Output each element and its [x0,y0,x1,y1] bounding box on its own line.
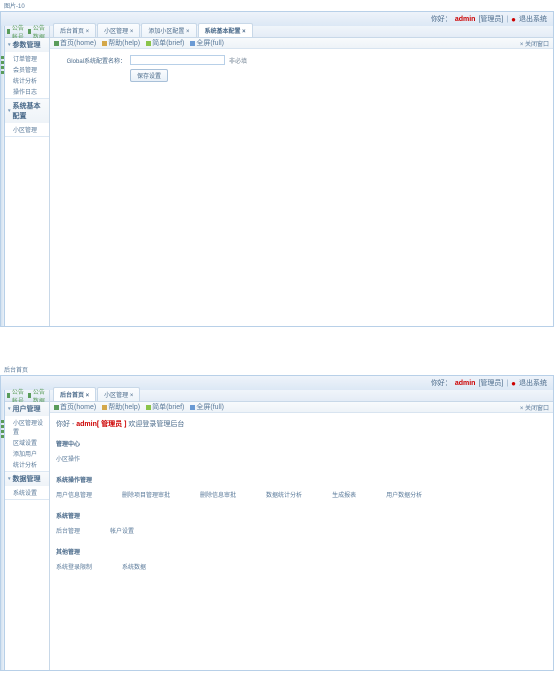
chevron-down-icon: ▾ [8,42,11,48]
form-label-name: Global系统配置名称： [56,56,126,65]
side-item-stats2[interactable]: 统计分析 [5,459,49,470]
welcome-text: 你好 - admin[ 管理员 ] 欢迎登录管理后台 [56,419,547,429]
fullscreen-icon [190,405,195,410]
admin-name: admin [455,380,476,387]
form-hint: 非必填 [229,56,247,65]
link-loginlimit[interactable]: 系统登录限制 [56,562,92,571]
caption-top: 图片-10 [0,0,554,11]
help-icon [102,41,107,46]
config-name-input[interactable] [130,55,225,65]
side-item-orders[interactable]: 订单管理 [5,53,49,64]
sidebar-2: 公告帐号 公告数据 ▾ 用户管理 小区管理设置 区域设置 添加用户 统计分析 ▾ [5,390,50,670]
sidebar-icon [28,29,31,34]
side-group-data[interactable]: ▾ 数据管理 [5,472,49,486]
toolbar-2: 首页(home) 帮助(help) 简单(brief) 全屏(full) × 关… [50,402,553,413]
admin-name: admin [455,16,476,23]
sidebar-icon [7,393,10,398]
link-backend[interactable]: 后台管理 [56,526,80,535]
tool-help[interactable]: 帮助(help) [102,38,140,48]
link-community-op[interactable]: 小区操作 [56,454,80,463]
tool-home-2[interactable]: 首页(home) [54,402,96,412]
side-item-community-set[interactable]: 小区管理设置 [5,417,49,437]
role-label: [管理员] [478,378,503,388]
role-label: [管理员] [478,14,503,24]
panel-title-center: 管理中心 [56,439,547,448]
sidebar-header-2: 公告帐号 公告数据 [5,390,49,402]
logout-link[interactable]: 退出系统 [519,14,547,24]
tab-community[interactable]: 小区管理 × [97,23,140,37]
sidebar-icon [7,29,10,34]
link-userdata[interactable]: 用户数据分析 [386,490,422,499]
main-area-2: 后台首页 × 小区管理 × 首页(home) 帮助(help) 简单(brief… [50,390,553,670]
side-group-params[interactable]: ▾ 参数管理 [5,38,49,52]
panel-title-sysop: 系统操作管理 [56,475,547,484]
tool-home[interactable]: 首页(home) [54,38,96,48]
screenshot-2: 你好： admin [管理员] | ● 退出系统 公告帐号 公告数据 ▾ 用户管… [0,375,554,671]
tool-full-2[interactable]: 全屏(full) [190,402,224,412]
side-item-logs[interactable]: 操作日志 [5,86,49,97]
tab-home[interactable]: 后台首页 × [53,23,96,37]
content-area: Global系统配置名称： 非必填 保存设置 [50,49,553,326]
save-button[interactable]: 保存设置 [130,69,168,82]
main-area: 后台首页 × 小区管理 × 添加小区配置 × 系统基本配置 × 首页(home)… [50,26,553,326]
tab-bar: 后台首页 × 小区管理 × 添加小区配置 × 系统基本配置 × [50,26,553,38]
tab-bar-2: 后台首页 × 小区管理 × [50,390,553,402]
side-item-area[interactable]: 区域设置 [5,437,49,448]
home-icon [54,41,59,46]
tool-brief[interactable]: 简单(brief) [146,38,184,48]
tab-home-2[interactable]: 后台首页 × [53,387,96,401]
tab-sysconfig[interactable]: 系统基本配置 × [198,23,253,37]
side-group-sysconfig[interactable]: ▾ 系统基本配置 [5,99,49,123]
link-report[interactable]: 生成报表 [332,490,356,499]
side-item-adduser[interactable]: 添加用户 [5,448,49,459]
side-group-user[interactable]: ▾ 用户管理 [5,402,49,416]
tab-add-community[interactable]: 添加小区配置 × [141,23,196,37]
side-item-members[interactable]: 会员管理 [5,64,49,75]
toolbar: 首页(home) 帮助(help) 简单(brief) 全屏(full) × 关… [50,38,553,49]
screenshot-1: 你好： admin [管理员] | ● 退出系统 公告帐号 公告数据 ▾ 参数管… [0,11,554,327]
link-delinfo[interactable]: 删除信息审批 [200,490,236,499]
caption-mid: 后台首页 [0,364,554,375]
tab-community-2[interactable]: 小区管理 × [97,387,140,401]
close-window[interactable]: × 关闭窗口 [520,39,549,48]
chevron-down-icon: ▾ [8,476,11,482]
tool-brief-2[interactable]: 简单(brief) [146,402,184,412]
home-icon [54,405,59,410]
close-window-2[interactable]: × 关闭窗口 [520,403,549,412]
sidebar: 公告帐号 公告数据 ▾ 参数管理 订单管理 会员管理 统计分析 操作日志 ▾ [5,26,50,326]
brief-icon [146,405,151,410]
link-userinfo[interactable]: 用户信息管理 [56,490,92,499]
sidebar-icon [28,393,31,398]
tool-full[interactable]: 全屏(full) [190,38,224,48]
hello-label: 你好： [431,378,452,388]
hello-label: 你好： [431,14,452,24]
link-sysdata[interactable]: 系统数据 [122,562,146,571]
chevron-down-icon: ▾ [8,406,11,412]
side-item-syssetting[interactable]: 系统设置 [5,487,49,498]
panel-title-sysmgr: 系统管理 [56,511,547,520]
help-icon [102,405,107,410]
logout-link[interactable]: 退出系统 [519,378,547,388]
logout-icon: ● [511,15,516,24]
sidebar-header: 公告帐号 公告数据 [5,26,49,38]
link-delproj[interactable]: 删除项目管理审批 [122,490,170,499]
content-area-2: 你好 - admin[ 管理员 ] 欢迎登录管理后台 管理中心 小区操作 系统操… [50,413,553,670]
link-datastat[interactable]: 数据统计分析 [266,490,302,499]
chevron-down-icon: ▾ [8,108,11,114]
side-item-community[interactable]: 小区管理 [5,124,49,135]
logout-icon: ● [511,379,516,388]
link-account[interactable]: 帐户设置 [110,526,134,535]
panel-title-other: 其他管理 [56,547,547,556]
side-item-stats[interactable]: 统计分析 [5,75,49,86]
fullscreen-icon [190,41,195,46]
tool-help-2[interactable]: 帮助(help) [102,402,140,412]
brief-icon [146,41,151,46]
